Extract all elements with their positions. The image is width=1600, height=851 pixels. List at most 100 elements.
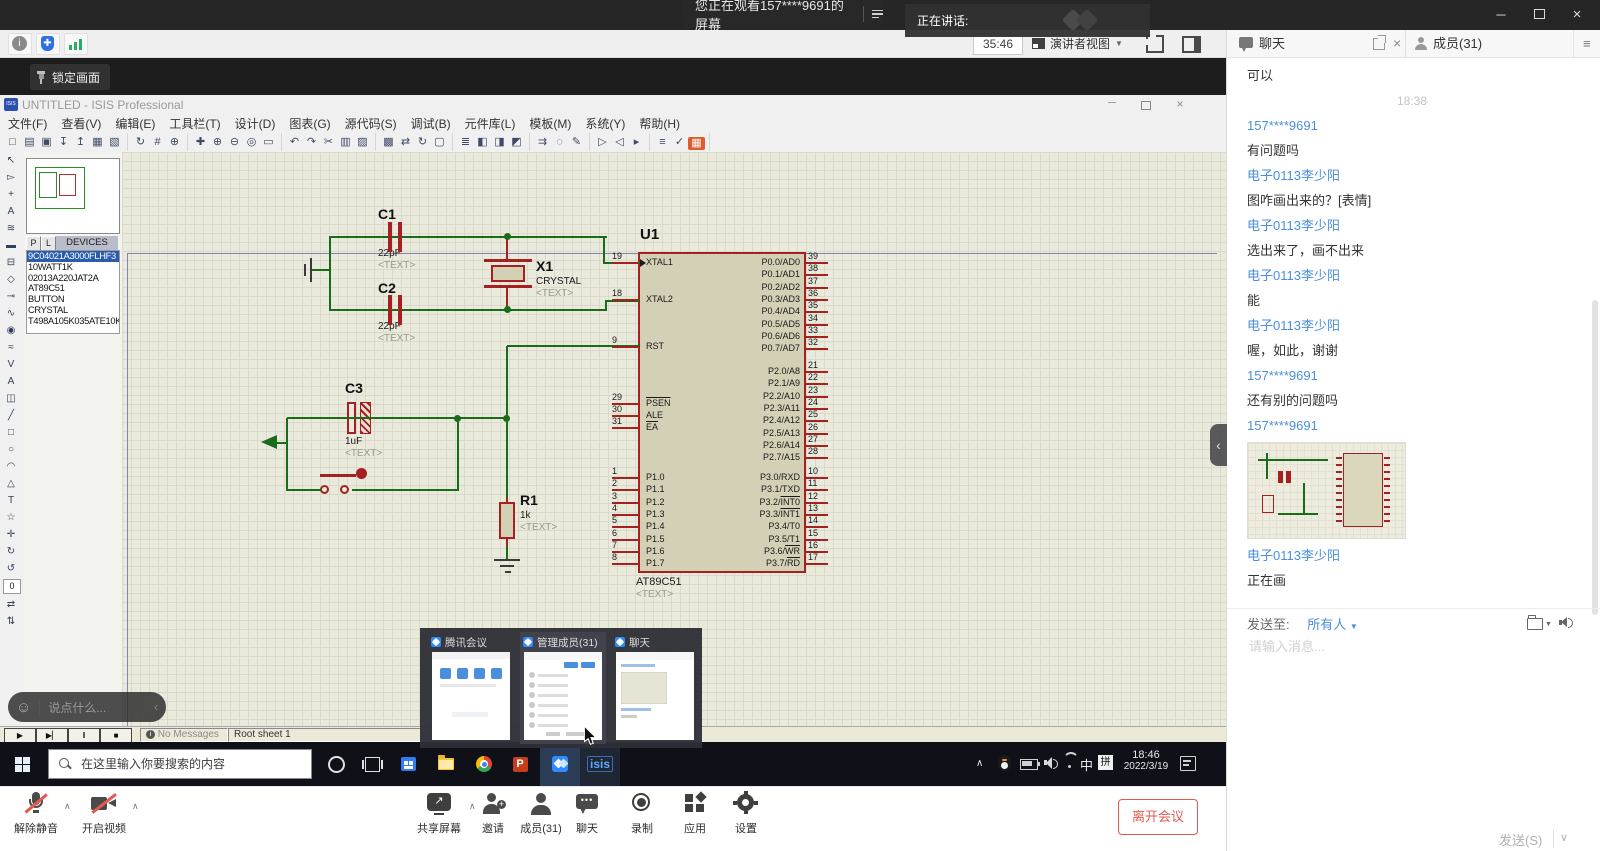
wifi-icon[interactable] <box>1062 757 1076 768</box>
decompose-icon[interactable]: ◩ <box>508 134 525 151</box>
chat-image-message[interactable] <box>1247 442 1406 539</box>
new-file-icon[interactable]: □ <box>4 134 21 151</box>
taskbar-preview-1[interactable]: 腾讯会议 <box>428 632 514 744</box>
meeting-control-settings[interactable]: 设置 <box>718 792 774 836</box>
junction-mode-icon[interactable]: + <box>0 186 22 203</box>
tab-members[interactable]: 成员(31) <box>1433 30 1482 57</box>
pick-device-icon[interactable]: ≣ <box>457 134 474 151</box>
meeting-control-caret[interactable]: ∧ <box>64 801 71 812</box>
packaging-tool-icon[interactable]: ◨ <box>491 134 508 151</box>
device-item-7[interactable]: T498A105K035ATE10K <box>27 316 119 327</box>
side-panel-toggle-icon[interactable] <box>1182 36 1201 53</box>
lock-screen-button[interactable]: 锁定画面 <box>30 64 110 90</box>
mirror-x-icon[interactable]: ⇄ <box>0 596 22 613</box>
powerpoint-icon[interactable]: P <box>500 742 540 786</box>
pause-button[interactable]: ‖ <box>68 728 100 743</box>
pin-mode-icon[interactable]: ⊸ <box>0 288 22 305</box>
pan-icon[interactable]: ✚ <box>192 134 209 151</box>
task-view-icon[interactable] <box>352 742 392 786</box>
file-send-icon[interactable]: ▼ <box>1527 616 1544 628</box>
meeting-control-apps[interactable]: 应用 <box>667 792 723 836</box>
chrome-icon[interactable] <box>464 742 504 786</box>
autorouter-icon[interactable]: ⇉ <box>534 134 551 151</box>
tray-expand-icon[interactable]: ∧ <box>976 758 983 769</box>
path-2d-icon[interactable]: △ <box>0 475 22 492</box>
isis-maximize-button[interactable] <box>1130 97 1162 113</box>
maximize-button[interactable] <box>1522 0 1556 30</box>
open-file-icon[interactable]: ▤ <box>21 134 38 151</box>
start-button[interactable] <box>0 742 44 786</box>
mirror-y-icon[interactable]: ⇅ <box>0 613 22 630</box>
language-indicator[interactable]: 中 <box>1080 755 1093 774</box>
message-input[interactable] <box>1247 638 1581 655</box>
menu-item-11[interactable]: 系统(Y) <box>585 115 625 132</box>
tencent-meeting-taskbar-icon[interactable] <box>540 742 580 788</box>
cut-icon[interactable]: ✂ <box>320 134 337 151</box>
export-file-icon[interactable]: ↥ <box>72 134 89 151</box>
minimize-button[interactable]: ─ <box>1484 0 1518 30</box>
menu-item-3[interactable]: 编辑(E) <box>115 115 155 132</box>
meeting-control-mute[interactable]: 解除静音 <box>8 792 64 836</box>
rotation-angle-field[interactable]: 0 <box>3 579 21 594</box>
label-mode-icon[interactable]: A <box>0 203 22 220</box>
chat-message-area[interactable]: 可以18:38157****9691有问题吗电子0113李少阳图咋画出来的？[表… <box>1227 57 1600 608</box>
volume-icon[interactable] <box>1044 756 1058 770</box>
collapse-bubble-icon[interactable]: ‹ <box>154 700 158 714</box>
terminal-mode-icon[interactable]: ◇ <box>0 271 22 288</box>
property-tool-icon[interactable]: ✎ <box>568 134 585 151</box>
menu-item-7[interactable]: 源代码(S) <box>345 115 397 132</box>
component-mode-icon[interactable]: ▻ <box>0 169 22 186</box>
send-options-caret-icon[interactable]: ∨ <box>1560 831 1568 844</box>
quick-message-bubble[interactable]: ☺ 说点什么... ‹ <box>8 692 166 722</box>
play-button[interactable]: ▶ <box>4 728 36 743</box>
send-button[interactable]: 发送(S) <box>1499 830 1542 849</box>
search-tag-icon[interactable]: ◌ <box>551 134 568 151</box>
toggle-grid-icon[interactable]: # <box>149 134 166 151</box>
microsoft-store-icon[interactable] <box>388 742 428 786</box>
chat-scrollbar[interactable] <box>1592 300 1598 615</box>
text-2d-icon[interactable]: T <box>0 492 22 509</box>
current-probe-icon[interactable]: A <box>0 373 22 390</box>
meeting-control-record[interactable]: 录制 <box>614 792 670 836</box>
emoji-icon[interactable]: ☺ <box>16 699 31 716</box>
taskbar-search[interactable] <box>48 749 312 779</box>
rotate-ccw-icon[interactable]: ↺ <box>0 560 22 577</box>
block-copy-icon[interactable]: ▩ <box>380 134 397 151</box>
redo-icon[interactable]: ↷ <box>303 134 320 151</box>
paste-icon[interactable]: ▨ <box>354 134 371 151</box>
voltage-probe-icon[interactable]: V <box>0 356 22 373</box>
meeting-control-caret[interactable]: ∧ <box>132 801 139 812</box>
make-device-icon[interactable]: ◧ <box>474 134 491 151</box>
block-rotate-icon[interactable]: ↻ <box>414 134 431 151</box>
script-mode-icon[interactable]: ≋ <box>0 220 22 237</box>
network-signal-icon[interactable] <box>64 33 88 55</box>
meeting-control-share[interactable]: ↗共享屏幕 <box>411 792 467 836</box>
device-item-1[interactable]: 9C04021A3000FLHF3 <box>27 251 119 262</box>
battery-icon[interactable] <box>1020 759 1038 770</box>
menu-item-1[interactable]: 文件(F) <box>8 115 47 132</box>
banner-menu-icon[interactable] <box>872 8 883 21</box>
refresh-icon[interactable]: ↻ <box>132 134 149 151</box>
box-2d-icon[interactable]: □ <box>0 424 22 441</box>
save-file-icon[interactable]: ▣ <box>38 134 55 151</box>
electrical-check-icon[interactable]: ✓ <box>671 134 688 151</box>
device-item-4[interactable]: AT89C51 <box>27 283 119 294</box>
step-button[interactable]: ▶▏ <box>36 728 68 743</box>
marker-2d-icon[interactable]: ✛ <box>0 526 22 543</box>
menu-item-8[interactable]: 调试(B) <box>411 115 451 132</box>
zoom-all-icon[interactable]: ◎ <box>243 134 260 151</box>
meeting-info-icon[interactable]: i <box>8 33 32 55</box>
panel-menu-icon[interactable]: ≡ <box>1583 30 1591 57</box>
instrument-mode-icon[interactable]: ◫ <box>0 390 22 407</box>
device-item-3[interactable]: 02013A220JAT2A <box>27 273 119 284</box>
menu-item-6[interactable]: 图表(G) <box>289 115 330 132</box>
schematic-overview[interactable] <box>26 158 120 234</box>
qq-tray-icon[interactable] <box>998 755 1012 771</box>
action-center-icon[interactable] <box>1180 756 1196 771</box>
netlist-ares-icon[interactable]: ▦ <box>688 137 705 150</box>
menu-item-4[interactable]: 工具栏(T) <box>169 115 220 132</box>
menu-item-12[interactable]: 帮助(H) <box>639 115 680 132</box>
circle-2d-icon[interactable]: ○ <box>0 441 22 458</box>
symbol-2d-icon[interactable]: ☆ <box>0 509 22 526</box>
line-2d-icon[interactable]: ╱ <box>0 407 22 424</box>
